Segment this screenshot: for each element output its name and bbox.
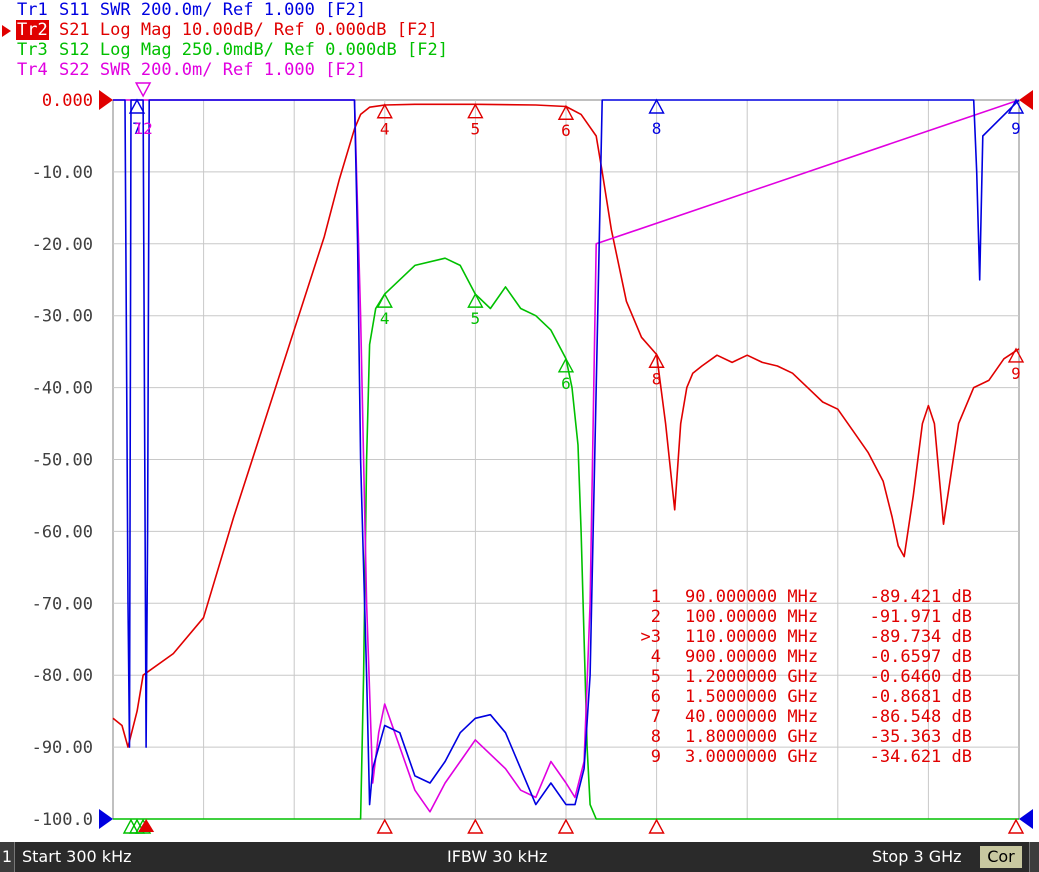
marker-table-value: -34.621 dB: [870, 747, 972, 767]
trace-param: S22: [48, 60, 90, 80]
start-frequency[interactable]: Start 300 kHz: [22, 842, 132, 872]
trace-param: S11: [48, 0, 90, 20]
status-end-cap: [1029, 842, 1039, 872]
y-tick-label: -20.00: [32, 235, 93, 255]
marker-table-label: 4: [651, 647, 661, 667]
stimulus-marker-icon: [467, 818, 484, 834]
stimulus-marker-icon: [648, 818, 665, 834]
trace-ref: Ref 1.000: [212, 60, 315, 80]
marker-table-label: 2: [651, 607, 661, 627]
marker-table-label: >3: [641, 627, 661, 647]
trace-id: Tr3: [17, 40, 48, 60]
reference-arrow-right-icon: [1019, 90, 1033, 110]
bottom-arrow-left-icon: [99, 809, 113, 829]
stimulus-marker-icon: [376, 818, 393, 834]
trace-param: S21: [48, 20, 90, 40]
bottom-arrow-right-icon: [1019, 809, 1033, 829]
marker-table-label: 7: [651, 707, 661, 727]
trace-header-panel: Tr1 S11 SWR 200.0m/ Ref 1.000 [F2] Tr2 S2…: [0, 0, 1039, 82]
trace-header-tr3[interactable]: Tr3 S12 Log Mag 250.0mdB/ Ref 0.000dB [F…: [16, 40, 448, 60]
trace-scale: 10.00dB/: [171, 20, 264, 40]
marker-red-label: 4: [380, 120, 390, 139]
marker-table-label: 6: [651, 687, 661, 707]
marker-green-label: 5: [471, 309, 481, 328]
trace-format: SWR: [89, 60, 131, 80]
active-trace-arrow-icon: [2, 25, 11, 37]
marker-red-label: 6: [561, 121, 571, 140]
trace-format: Log Mag: [89, 40, 172, 60]
y-tick-label: -80.00: [32, 666, 93, 686]
marker-green-label: 6: [561, 374, 571, 393]
ifbw-setting[interactable]: IFBW 30 kHz: [447, 842, 547, 872]
marker-blue-label: 9: [1011, 119, 1021, 138]
stop-frequency[interactable]: Stop 3 GHz: [872, 842, 962, 872]
marker-table-frequency: 900.00000 MHz: [685, 647, 818, 667]
trace-format: Log Mag: [89, 20, 172, 40]
trace-param: S12: [48, 40, 90, 60]
trace-id: Tr1: [17, 0, 48, 20]
trace-tag: [F2]: [386, 20, 438, 40]
marker-table-value: -86.548 dB: [870, 707, 972, 727]
marker-table-frequency: 110.00000 MHz: [685, 627, 818, 647]
chart: 0.000 -10.00 -20.00 -30.00 -40.00 -50.00 -60.0…: [32, 82, 1033, 834]
correction-indicator[interactable]: Cor: [980, 846, 1022, 868]
trace-tag: [F2]: [396, 40, 448, 60]
trace-ref: Ref 0.000dB: [273, 40, 397, 60]
y-tick-label: -10.00: [32, 163, 93, 183]
marker-table-frequency: 1.5000000 GHz: [685, 687, 818, 707]
trace-scale: 250.0mdB/: [171, 40, 274, 60]
trace-scale: 200.0m/: [130, 60, 213, 80]
marker-red-label: 9: [1011, 364, 1021, 383]
y-tick-label: -100.0: [32, 810, 93, 830]
marker-table-value: -89.421 dB: [870, 587, 972, 607]
trace-id: Tr4: [17, 60, 48, 80]
trace-header-tr4[interactable]: Tr4 S22 SWR 200.0m/ Ref 1.000 [F2]: [16, 60, 366, 80]
y-tick-label: -40.00: [32, 379, 93, 399]
marker-table-frequency: 1.8000000 GHz: [685, 727, 818, 747]
trace-ref: Ref 1.000: [212, 0, 315, 20]
marker-table-frequency: 3.0000000 GHz: [685, 747, 818, 767]
status-bar: 1 Start 300 kHz IFBW 30 kHz Stop 3 GHz C…: [0, 842, 1039, 872]
marker-table-value: -91.971 dB: [870, 607, 972, 627]
trace-format: SWR: [89, 0, 131, 20]
marker-table-value: -0.8681 dB: [870, 687, 972, 707]
trace-tag: [F2]: [314, 60, 367, 80]
marker-table-label: 8: [651, 727, 661, 747]
marker-blue-label: 8: [652, 119, 662, 138]
y-tick-label: 0.000: [42, 91, 93, 111]
y-tick-label: -30.00: [32, 307, 93, 327]
reference-arrow-left-icon: [99, 90, 113, 110]
marker-table-label: 5: [651, 667, 661, 687]
channel-indicator[interactable]: 1: [0, 842, 15, 872]
y-tick-label: -60.00: [32, 522, 93, 542]
stimulus-marker-icon: [1007, 818, 1025, 834]
y-tick-label: -70.00: [32, 594, 93, 614]
marker-table-frequency: 90.000000 MHz: [685, 587, 818, 607]
marker-red-label: 5: [471, 120, 481, 139]
trace-header-tr1[interactable]: Tr1 S11 SWR 200.0m/ Ref 1.000 [F2]: [16, 0, 366, 20]
marker-table-label: 1: [651, 587, 661, 607]
marker-table-label: 9: [651, 747, 661, 767]
marker-green-label: 4: [380, 309, 390, 328]
marker-table-value: -0.6597 dB: [870, 647, 972, 667]
marker-table-frequency: 1.2000000 GHz: [685, 667, 818, 687]
trace-tag: [F2]: [314, 0, 367, 20]
marker-red-label: 8: [652, 369, 662, 388]
marker-magenta-icon: [134, 82, 152, 98]
y-tick-label: -90.00: [32, 738, 93, 758]
stimulus-marker-icon: [557, 818, 575, 834]
marker-table-value: -89.734 dB: [870, 627, 972, 647]
trace-id: Tr2: [16, 20, 49, 40]
trace-scale: 200.0m/: [130, 0, 213, 20]
marker-table-frequency: 100.00000 MHz: [685, 607, 818, 627]
trace-header-tr2[interactable]: Tr2 S21 Log Mag 10.00dB/ Ref 0.000dB [F2…: [16, 20, 438, 40]
marker-table-value: -35.363 dB: [870, 727, 972, 747]
marker-table-value: -0.6460 dB: [870, 667, 972, 687]
marker-magenta-label: 12: [133, 119, 152, 138]
trace-ref: Ref 0.000dB: [263, 20, 387, 40]
marker-table-frequency: 40.000000 MHz: [685, 707, 818, 727]
y-tick-label: -50.00: [32, 451, 93, 471]
